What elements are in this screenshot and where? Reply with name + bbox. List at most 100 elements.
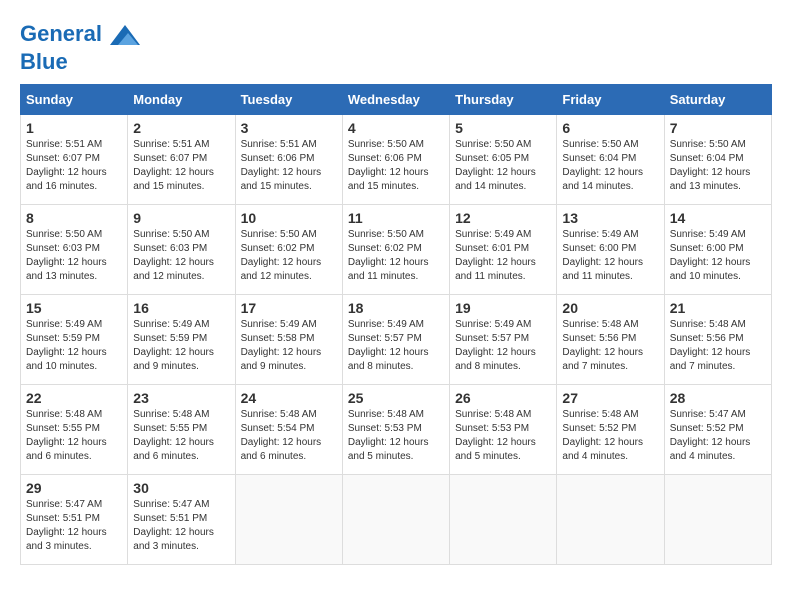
day-cell-25: 25Sunrise: 5:48 AMSunset: 5:53 PMDayligh…: [342, 385, 449, 475]
day-number: 22: [26, 390, 122, 406]
week-row-1: 1 Sunrise: 5:51 AMSunset: 6:07 PMDaylight…: [21, 115, 772, 205]
day-info: Sunrise: 5:50 AMSunset: 6:02 PMDaylight:…: [241, 228, 337, 284]
day-cell-16: 16 Sunrise: 5:49 AMSunset: 5:59 PMDayligh…: [128, 295, 235, 385]
day-info: Sunrise: 5:50 AMSunset: 6:02 PMDaylight:…: [348, 228, 444, 284]
day-info: Sunrise: 5:50 AMSunset: 6:04 PMDaylight:…: [562, 138, 658, 194]
day-cell-20: 20Sunrise: 5:48 AMSunset: 5:56 PMDayligh…: [557, 295, 664, 385]
day-cell-23: 23 Sunrise: 5:48 AMSunset: 5:55 PMDayligh…: [128, 385, 235, 475]
day-cell-17: 17 Sunrise: 5:49 AMSunset: 5:58 PMDayligh…: [235, 295, 342, 385]
day-info: Sunrise: 5:48 AMSunset: 5:56 PMDaylight:…: [670, 318, 766, 374]
day-cell-4: 4 Sunrise: 5:50 AMSunset: 6:06 PMDaylight…: [342, 115, 449, 205]
day-cell-1: 1 Sunrise: 5:51 AMSunset: 6:07 PMDaylight…: [21, 115, 128, 205]
day-info: Sunrise: 5:49 AMSunset: 6:00 PMDaylight:…: [670, 228, 766, 284]
day-cell-5: 5 Sunrise: 5:50 AMSunset: 6:05 PMDaylight…: [450, 115, 557, 205]
day-cell-18: 18 Sunrise: 5:49 AMSunset: 5:57 PMDayligh…: [342, 295, 449, 385]
day-info: Sunrise: 5:49 AMSunset: 6:00 PMDaylight:…: [562, 228, 658, 284]
day-number: 12: [455, 210, 551, 226]
day-info: Sunrise: 5:51 AMSunset: 6:07 PMDaylight:…: [26, 138, 122, 194]
day-info: Sunrise: 5:50 AMSunset: 6:03 PMDaylight:…: [26, 228, 122, 284]
day-cell-12: 12 Sunrise: 5:49 AMSunset: 6:01 PMDayligh…: [450, 205, 557, 295]
day-cell-11: 11Sunrise: 5:50 AMSunset: 6:02 PMDayligh…: [342, 205, 449, 295]
day-info: Sunrise: 5:50 AMSunset: 6:04 PMDaylight:…: [670, 138, 766, 194]
day-cell-7: 7 Sunrise: 5:50 AMSunset: 6:04 PMDaylight…: [664, 115, 771, 205]
day-info: Sunrise: 5:51 AMSunset: 6:06 PMDaylight:…: [241, 138, 337, 194]
day-number: 17: [241, 300, 337, 316]
logo-text-blue: Blue: [20, 50, 140, 74]
day-info: Sunrise: 5:48 AMSunset: 5:56 PMDaylight:…: [562, 318, 658, 374]
day-number: 16: [133, 300, 229, 316]
day-info: Sunrise: 5:49 AMSunset: 5:57 PMDaylight:…: [455, 318, 551, 374]
calendar-header-row: SundayMondayTuesdayWednesdayThursdayFrid…: [21, 85, 772, 115]
day-cell-3: 3 Sunrise: 5:51 AMSunset: 6:06 PMDaylight…: [235, 115, 342, 205]
day-number: 7: [670, 120, 766, 136]
day-number: 9: [133, 210, 229, 226]
day-info: Sunrise: 5:50 AMSunset: 6:05 PMDaylight:…: [455, 138, 551, 194]
day-number: 28: [670, 390, 766, 406]
day-cell-10: 10 Sunrise: 5:50 AMSunset: 6:02 PMDayligh…: [235, 205, 342, 295]
day-cell-22: 22 Sunrise: 5:48 AMSunset: 5:55 PMDayligh…: [21, 385, 128, 475]
day-cell-6: 6 Sunrise: 5:50 AMSunset: 6:04 PMDaylight…: [557, 115, 664, 205]
day-info: Sunrise: 5:48 AMSunset: 5:52 PMDaylight:…: [562, 408, 658, 464]
header-tuesday: Tuesday: [235, 85, 342, 115]
day-number: 5: [455, 120, 551, 136]
empty-cell: [664, 475, 771, 565]
day-cell-2: 2 Sunrise: 5:51 AMSunset: 6:07 PMDaylight…: [128, 115, 235, 205]
header-thursday: Thursday: [450, 85, 557, 115]
day-cell-29: 29Sunrise: 5:47 AMSunset: 5:51 PMDayligh…: [21, 475, 128, 565]
day-info: Sunrise: 5:48 AMSunset: 5:53 PMDaylight:…: [455, 408, 551, 464]
day-number: 27: [562, 390, 658, 406]
day-number: 23: [133, 390, 229, 406]
day-number: 6: [562, 120, 658, 136]
day-number: 30: [133, 480, 229, 496]
day-cell-27: 27 Sunrise: 5:48 AMSunset: 5:52 PMDayligh…: [557, 385, 664, 475]
day-number: 1: [26, 120, 122, 136]
header-sunday: Sunday: [21, 85, 128, 115]
day-number: 13: [562, 210, 658, 226]
day-number: 14: [670, 210, 766, 226]
day-number: 29: [26, 480, 122, 496]
day-info: Sunrise: 5:48 AMSunset: 5:54 PMDaylight:…: [241, 408, 337, 464]
day-number: 19: [455, 300, 551, 316]
day-info: Sunrise: 5:49 AMSunset: 5:57 PMDaylight:…: [348, 318, 444, 374]
logo: General Blue: [20, 20, 140, 74]
day-cell-9: 9 Sunrise: 5:50 AMSunset: 6:03 PMDaylight…: [128, 205, 235, 295]
day-number: 3: [241, 120, 337, 136]
day-number: 24: [241, 390, 337, 406]
header-wednesday: Wednesday: [342, 85, 449, 115]
day-cell-19: 19 Sunrise: 5:49 AMSunset: 5:57 PMDayligh…: [450, 295, 557, 385]
day-info: Sunrise: 5:49 AMSunset: 5:59 PMDaylight:…: [133, 318, 229, 374]
empty-cell: [557, 475, 664, 565]
day-number: 26: [455, 390, 551, 406]
day-number: 10: [241, 210, 337, 226]
week-row-5: 29Sunrise: 5:47 AMSunset: 5:51 PMDayligh…: [21, 475, 772, 565]
day-number: 21: [670, 300, 766, 316]
logo-text: General: [20, 20, 140, 50]
week-row-3: 15 Sunrise: 5:49 AMSunset: 5:59 PMDayligh…: [21, 295, 772, 385]
day-info: Sunrise: 5:50 AMSunset: 6:06 PMDaylight:…: [348, 138, 444, 194]
day-info: Sunrise: 5:49 AMSunset: 6:01 PMDaylight:…: [455, 228, 551, 284]
day-info: Sunrise: 5:48 AMSunset: 5:55 PMDaylight:…: [26, 408, 122, 464]
calendar-table: SundayMondayTuesdayWednesdayThursdayFrid…: [20, 84, 772, 565]
empty-cell: [235, 475, 342, 565]
day-cell-28: 28 Sunrise: 5:47 AMSunset: 5:52 PMDayligh…: [664, 385, 771, 475]
day-info: Sunrise: 5:49 AMSunset: 5:58 PMDaylight:…: [241, 318, 337, 374]
day-number: 18: [348, 300, 444, 316]
empty-cell: [450, 475, 557, 565]
day-info: Sunrise: 5:48 AMSunset: 5:55 PMDaylight:…: [133, 408, 229, 464]
day-cell-21: 21 Sunrise: 5:48 AMSunset: 5:56 PMDayligh…: [664, 295, 771, 385]
day-cell-14: 14 Sunrise: 5:49 AMSunset: 6:00 PMDayligh…: [664, 205, 771, 295]
logo-icon: [110, 20, 140, 50]
header-saturday: Saturday: [664, 85, 771, 115]
day-info: Sunrise: 5:47 AMSunset: 5:52 PMDaylight:…: [670, 408, 766, 464]
day-cell-15: 15Sunrise: 5:49 AMSunset: 5:59 PMDayligh…: [21, 295, 128, 385]
day-number: 2: [133, 120, 229, 136]
week-row-4: 22 Sunrise: 5:48 AMSunset: 5:55 PMDayligh…: [21, 385, 772, 475]
day-info: Sunrise: 5:51 AMSunset: 6:07 PMDaylight:…: [133, 138, 229, 194]
day-number: 15: [26, 300, 122, 316]
day-cell-13: 13 Sunrise: 5:49 AMSunset: 6:00 PMDayligh…: [557, 205, 664, 295]
day-number: 4: [348, 120, 444, 136]
day-number: 25: [348, 390, 444, 406]
day-info: Sunrise: 5:50 AMSunset: 6:03 PMDaylight:…: [133, 228, 229, 284]
day-cell-24: 24 Sunrise: 5:48 AMSunset: 5:54 PMDayligh…: [235, 385, 342, 475]
day-number: 8: [26, 210, 122, 226]
